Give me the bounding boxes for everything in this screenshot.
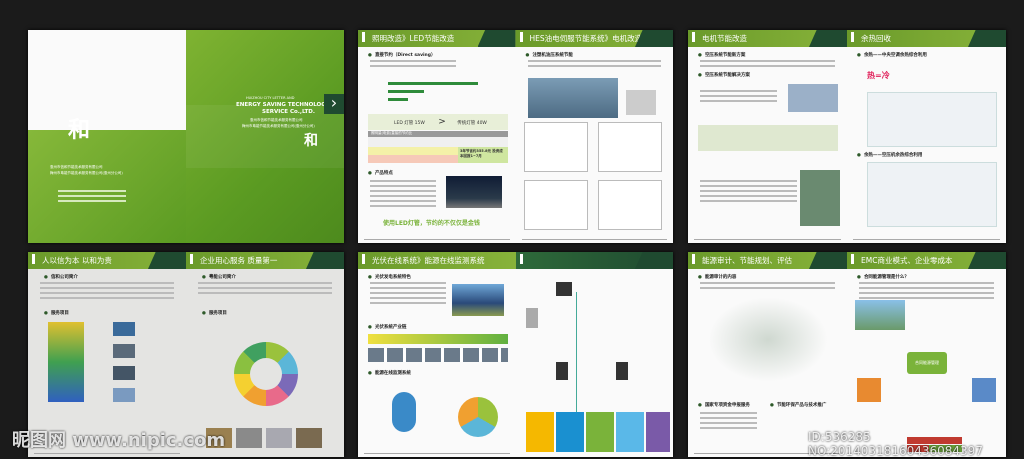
section-heading: 服务项目 <box>44 310 69 316</box>
section-heading: 注塑机油压系统节能 <box>526 52 573 58</box>
page-audit: 能源审计、节能规划、评估 能源审计的内容 国家专项资金申报服务 节能环保产品与技… <box>688 252 847 457</box>
page-pv: 光伏在线系统》能源在线监测系统 光伏发电系统特色 光伏系统产业链 能源在线监测系… <box>358 252 516 457</box>
spread-pv: 光伏在线系统》能源在线监测系统 光伏发电系统特色 光伏系统产业链 能源在线监测系… <box>358 252 673 457</box>
section-heading: 余热——中央空调余热综合利用 <box>857 52 927 58</box>
page-header: 能源审计、节能规划、评估 <box>688 252 847 269</box>
machine-photo <box>527 78 618 118</box>
section-heading: 空压系统节能新方案 <box>698 52 746 58</box>
page-motor: 电机节能改造 空压系统节能新方案 空压系统节能解决方案 <box>688 30 847 243</box>
page-heat: 余热回收 余热——中央空调余热综合利用 热=冷 余热——空压机余热综合利用 <box>847 30 1006 243</box>
company-en-2: SERVICE Co.,LTD. <box>262 109 315 115</box>
page-header: 余热回收 <box>847 30 1006 47</box>
page-header: 人以信为本 以和为贵 <box>28 252 186 269</box>
led-compare-banner: LED 灯管 15W > 传统灯管 40W <box>368 114 508 130</box>
page-header: 电机节能改造 <box>688 30 847 47</box>
cover-cn-2: 梅州市粤能节能技术服务有限公司(惠州分公司) <box>50 171 123 175</box>
section-heading: 直接节约（Direct saving） <box>368 52 436 58</box>
cover-front: HUIZHOU CITY LETTER AND ENERGY SAVING TE… <box>186 30 344 243</box>
page-header <box>515 252 673 269</box>
slogan: 使用LED灯管，节约的不仅仅是金钱 <box>383 220 480 227</box>
page-emc: EMC商业模式、企业零成本 合同能源管理是什么？ 合同能源管理 <box>847 252 1006 457</box>
solar-photo <box>452 284 504 316</box>
page-led: 照明改造》LED节能改造 直接节约（Direct saving） LED 灯管 … <box>358 30 516 243</box>
cover-top-small: HUIZHOU CITY LETTER AND <box>246 96 295 100</box>
section-heading: 粤能公司简介 <box>202 274 236 280</box>
section-heading: 能源在线监测系统 <box>368 370 411 376</box>
emc-center-badge: 合同能源管理 <box>907 352 947 374</box>
page-header: HES油电伺服节能系统》电机改造 <box>515 30 673 47</box>
saving-note: 3年节省约355.8元 投资成本回报1~7月 <box>458 147 508 163</box>
logo: 和 <box>304 133 318 149</box>
street-photo <box>446 176 502 208</box>
company-cn-2: 梅州市粤能节能技术服务有限公司(惠州分公司) <box>242 124 315 128</box>
section-heading: 能源审计的内容 <box>698 274 737 280</box>
section-heading: 空压系统节能解决方案 <box>698 72 750 78</box>
arrow-icon: › <box>324 94 344 114</box>
company-cn-1: 惠州市信和节能技术服务有限公司 <box>250 118 303 122</box>
spread-motor-heat: 电机节能改造 空压系统节能新方案 空压系统节能解决方案 余热回收 余热——中央空… <box>688 30 1006 243</box>
heat-cold-label: 热=冷 <box>867 71 890 80</box>
watermark-site: 昵图网 www.nipic.com <box>12 430 226 451</box>
company-en-1: ENERGY SAVING TECHNOLOGY <box>236 102 330 108</box>
spread-audit-emc: 能源审计、节能规划、评估 能源审计的内容 国家专项资金申报服务 节能环保产品与技… <box>688 252 1006 457</box>
section-heading: 节能环保产品与技术推广 <box>770 402 827 408</box>
cover-spread: 和 惠州市信和节能技术服务有限公司 梅州市粤能节能技术服务有限公司(惠州分公司)… <box>28 30 344 243</box>
section-heading: 余热——空压机余热综合利用 <box>857 152 923 158</box>
page-header: 光伏在线系统》能源在线监测系统 <box>358 252 516 269</box>
page-header: EMC商业模式、企业零成本 <box>847 252 1006 269</box>
section-heading: 服务项目 <box>202 310 227 316</box>
page-hes: HES油电伺服节能系统》电机改造 注塑机油压系统节能 <box>515 30 673 243</box>
watermark-id: ID:536285 NO:20140318160436084397 <box>808 430 983 458</box>
page-header: 企业用心服务 质量第一 <box>186 252 344 269</box>
page-header: 照明改造》LED节能改造 <box>358 30 516 47</box>
section-heading: 光伏发电系统特色 <box>368 274 411 280</box>
section-heading: 合同能源管理是什么？ <box>857 274 909 280</box>
spread-led-hes: 照明改造》LED节能改造 直接节约（Direct saving） LED 灯管 … <box>358 30 673 243</box>
section-heading: 国家专项资金申报服务 <box>698 402 750 408</box>
section-heading: 信和公司简介 <box>44 274 78 280</box>
section-heading: 产品特点 <box>368 170 393 176</box>
page-monitor <box>515 252 673 457</box>
world-map <box>708 297 828 382</box>
section-heading: 光伏系统产业链 <box>368 324 407 330</box>
cover-back: 和 惠州市信和节能技术服务有限公司 梅州市粤能节能技术服务有限公司(惠州分公司) <box>28 30 186 243</box>
cover-cn-1: 惠州市信和节能技术服务有限公司 <box>50 165 103 169</box>
logo-back: 和 <box>68 118 91 143</box>
